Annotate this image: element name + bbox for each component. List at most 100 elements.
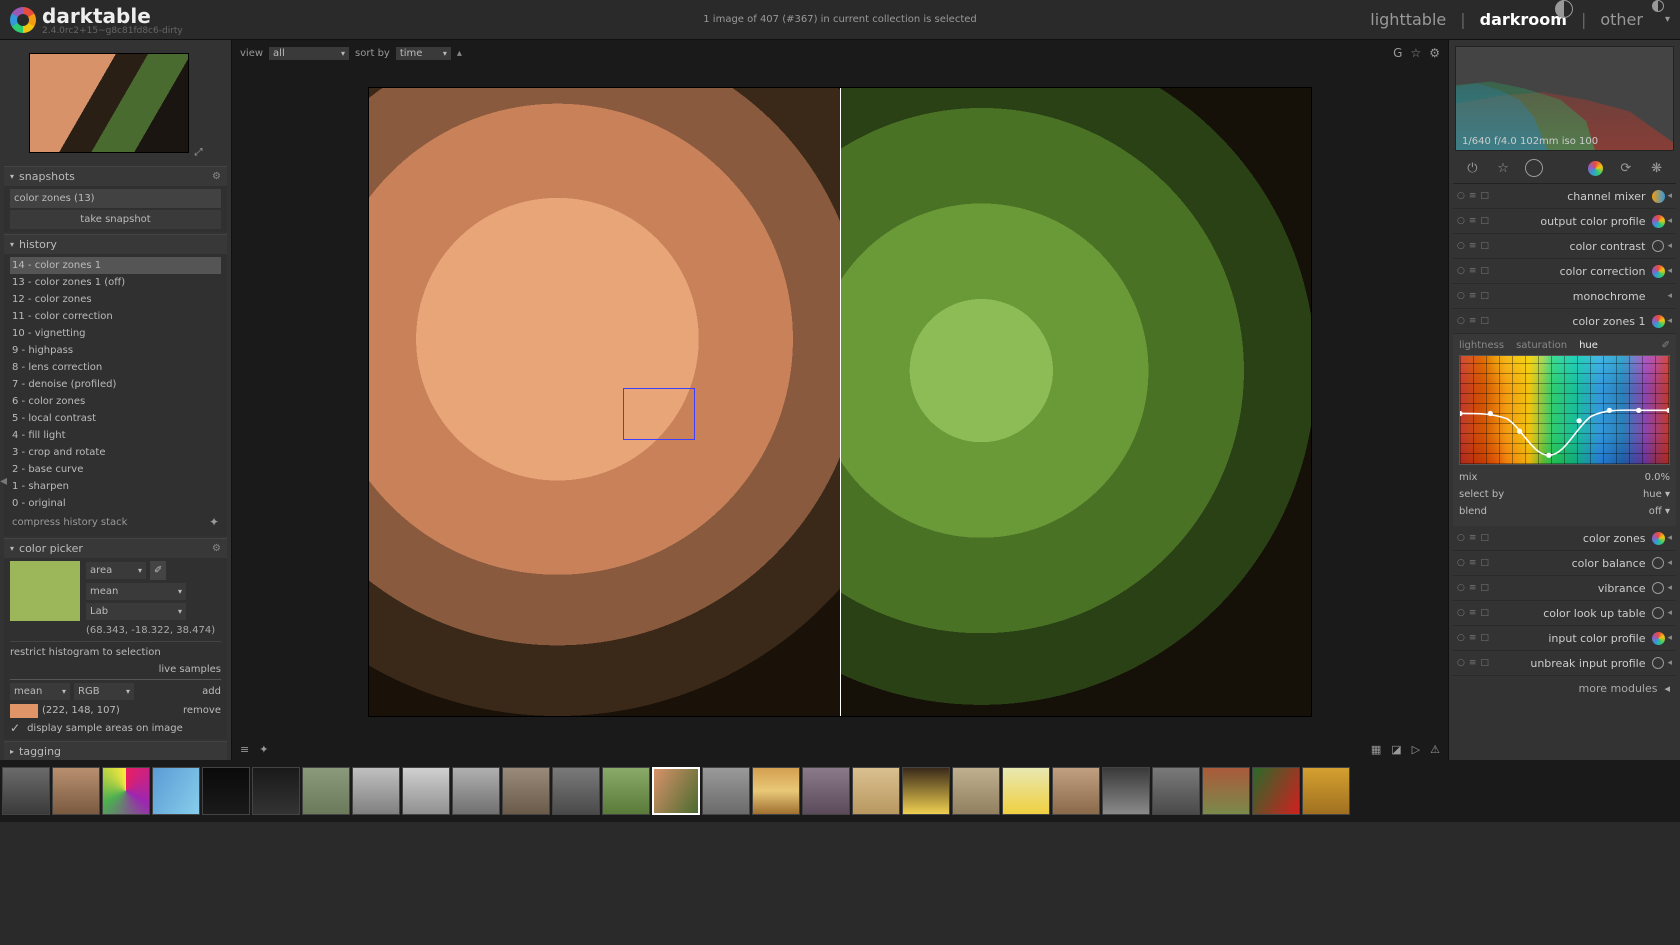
module-reset-icon[interactable]: □ — [1480, 241, 1489, 251]
eyedropper-icon[interactable]: ✐ — [150, 561, 166, 580]
module-row[interactable]: ○≡□output color profile◂ — [1453, 209, 1676, 234]
module-reset-icon[interactable]: □ — [1480, 583, 1489, 593]
module-switch-icon[interactable]: ○ — [1457, 558, 1465, 568]
module-switch-icon[interactable]: ○ — [1457, 608, 1465, 618]
module-row[interactable]: ○≡□color balance◂ — [1453, 551, 1676, 576]
module-expand-icon[interactable]: ◂ — [1667, 633, 1672, 643]
cz-tab-saturation[interactable]: saturation — [1516, 340, 1567, 351]
module-multi-icon[interactable]: ≡ — [1469, 316, 1477, 326]
module-reset-icon[interactable]: □ — [1480, 216, 1489, 226]
filmstrip-thumb[interactable] — [502, 767, 550, 815]
module-expand-icon[interactable]: ◂ — [1667, 608, 1672, 618]
module-row[interactable]: ○≡□color zones 1◂ — [1453, 309, 1676, 334]
module-switch-icon[interactable]: ○ — [1457, 216, 1465, 226]
tabs-more-icon[interactable]: ▾ — [1665, 14, 1670, 25]
picker-space-select[interactable]: Lab — [86, 603, 186, 620]
histogram[interactable]: 1/640 f/4.0 102mm iso 100 — [1455, 46, 1674, 151]
tagging-header[interactable]: ▸tagging — [4, 741, 227, 760]
history-item[interactable]: 14 - color zones 1 — [10, 257, 221, 274]
module-multi-icon[interactable]: ≡ — [1469, 583, 1477, 593]
styles-icon[interactable]: ✦ — [259, 743, 268, 756]
tab-other[interactable]: other — [1600, 10, 1643, 29]
tab-darkroom[interactable]: darkroom — [1480, 10, 1567, 29]
module-expand-icon[interactable]: ◂ — [1667, 533, 1672, 543]
module-multi-icon[interactable]: ≡ — [1469, 558, 1477, 568]
module-reset-icon[interactable]: □ — [1480, 608, 1489, 618]
module-multi-icon[interactable]: ≡ — [1469, 291, 1477, 301]
history-item[interactable]: 0 - original — [10, 495, 221, 512]
fit-icon[interactable]: ⤢ — [195, 147, 203, 158]
group-icon[interactable]: G — [1393, 46, 1402, 60]
filmstrip-thumb[interactable] — [402, 767, 450, 815]
history-item[interactable]: 10 - vignetting — [10, 325, 221, 342]
display-samples-checkbox[interactable]: ✓ — [10, 721, 20, 736]
modgroup-basic-icon[interactable] — [1525, 159, 1543, 177]
gear-icon[interactable]: ⚙ — [212, 543, 221, 554]
history-item[interactable]: 13 - color zones 1 (off) — [10, 274, 221, 291]
module-switch-icon[interactable]: ○ — [1457, 633, 1465, 643]
module-switch-icon[interactable]: ○ — [1457, 658, 1465, 668]
picker-stat-select[interactable]: mean — [86, 583, 186, 600]
snapshot-item[interactable]: color zones (13) — [10, 189, 221, 208]
picker-mode-select[interactable]: area — [86, 562, 146, 579]
cz-tab-hue[interactable]: hue — [1579, 340, 1598, 351]
module-row[interactable]: ○≡□monochrome◂ — [1453, 284, 1676, 309]
history-item[interactable]: 1 - sharpen — [10, 478, 221, 495]
live-sample-space-select[interactable]: RGB — [74, 683, 134, 700]
history-item[interactable]: 2 - base curve — [10, 461, 221, 478]
module-row[interactable]: ○≡□unbreak input profile◂ — [1453, 651, 1676, 676]
module-row[interactable]: ○≡□input color profile◂ — [1453, 626, 1676, 651]
history-item[interactable]: 7 - denoise (profiled) — [10, 376, 221, 393]
remove-sample-button[interactable]: remove — [183, 703, 221, 718]
module-reset-icon[interactable]: □ — [1480, 658, 1489, 668]
module-expand-icon[interactable]: ◂ — [1667, 291, 1672, 301]
filmstrip-thumb[interactable] — [602, 767, 650, 815]
image-canvas[interactable] — [368, 87, 1312, 717]
quick-presets-icon[interactable]: ≡ — [240, 743, 249, 756]
filmstrip-thumb[interactable] — [152, 767, 200, 815]
cz-tab-lightness[interactable]: lightness — [1459, 340, 1504, 351]
compress-history-button[interactable]: compress history stack — [12, 515, 127, 530]
filmstrip-thumb[interactable] — [452, 767, 500, 815]
filmstrip-thumb[interactable] — [202, 767, 250, 815]
module-multi-icon[interactable]: ≡ — [1469, 608, 1477, 618]
snapshot-split-line[interactable] — [840, 88, 841, 716]
view-select[interactable]: all — [269, 47, 349, 60]
snapshots-header[interactable]: ▾snapshots ⚙ — [4, 166, 227, 186]
module-expand-icon[interactable]: ◂ — [1667, 316, 1672, 326]
history-item[interactable]: 12 - color zones — [10, 291, 221, 308]
module-row[interactable]: ○≡□color contrast◂ — [1453, 234, 1676, 259]
module-expand-icon[interactable]: ◂ — [1667, 191, 1672, 201]
cz-select-by[interactable]: hue ▾ — [1643, 489, 1670, 500]
module-expand-icon[interactable]: ◂ — [1667, 216, 1672, 226]
filmstrip-thumb[interactable] — [1002, 767, 1050, 815]
module-row[interactable]: ○≡□color correction◂ — [1453, 259, 1676, 284]
navigation-preview[interactable] — [29, 53, 189, 153]
filmstrip-thumb[interactable] — [752, 767, 800, 815]
filmstrip-thumb[interactable] — [652, 767, 700, 815]
filmstrip-thumb[interactable] — [2, 767, 50, 815]
module-expand-icon[interactable]: ◂ — [1667, 241, 1672, 251]
module-switch-icon[interactable]: ○ — [1457, 241, 1465, 251]
module-multi-icon[interactable]: ≡ — [1469, 191, 1477, 201]
filmstrip-thumb[interactable] — [802, 767, 850, 815]
modgroup-effects-icon[interactable]: ❋ — [1648, 159, 1666, 177]
module-switch-icon[interactable]: ○ — [1457, 583, 1465, 593]
left-panel-handle-icon[interactable]: ◂ — [0, 473, 7, 489]
modgroup-correction-icon[interactable]: ⟳ — [1617, 159, 1635, 177]
gamut-icon[interactable]: ⚠ — [1430, 743, 1440, 756]
filmstrip-thumb[interactable] — [1202, 767, 1250, 815]
overexposed-icon[interactable]: ◪ — [1391, 743, 1401, 756]
modgroup-color-icon[interactable] — [1586, 159, 1604, 177]
tab-lighttable[interactable]: lighttable — [1370, 10, 1446, 29]
module-multi-icon[interactable]: ≡ — [1469, 533, 1477, 543]
module-multi-icon[interactable]: ≡ — [1469, 216, 1477, 226]
modgroup-tone-icon[interactable] — [1555, 159, 1573, 177]
module-reset-icon[interactable]: □ — [1480, 316, 1489, 326]
history-item[interactable]: 5 - local contrast — [10, 410, 221, 427]
filmstrip-thumb[interactable] — [852, 767, 900, 815]
cz-blend[interactable]: off ▾ — [1649, 506, 1670, 517]
sort-select[interactable]: time — [396, 47, 451, 60]
filmstrip-thumb[interactable] — [252, 767, 300, 815]
module-reset-icon[interactable]: □ — [1480, 291, 1489, 301]
